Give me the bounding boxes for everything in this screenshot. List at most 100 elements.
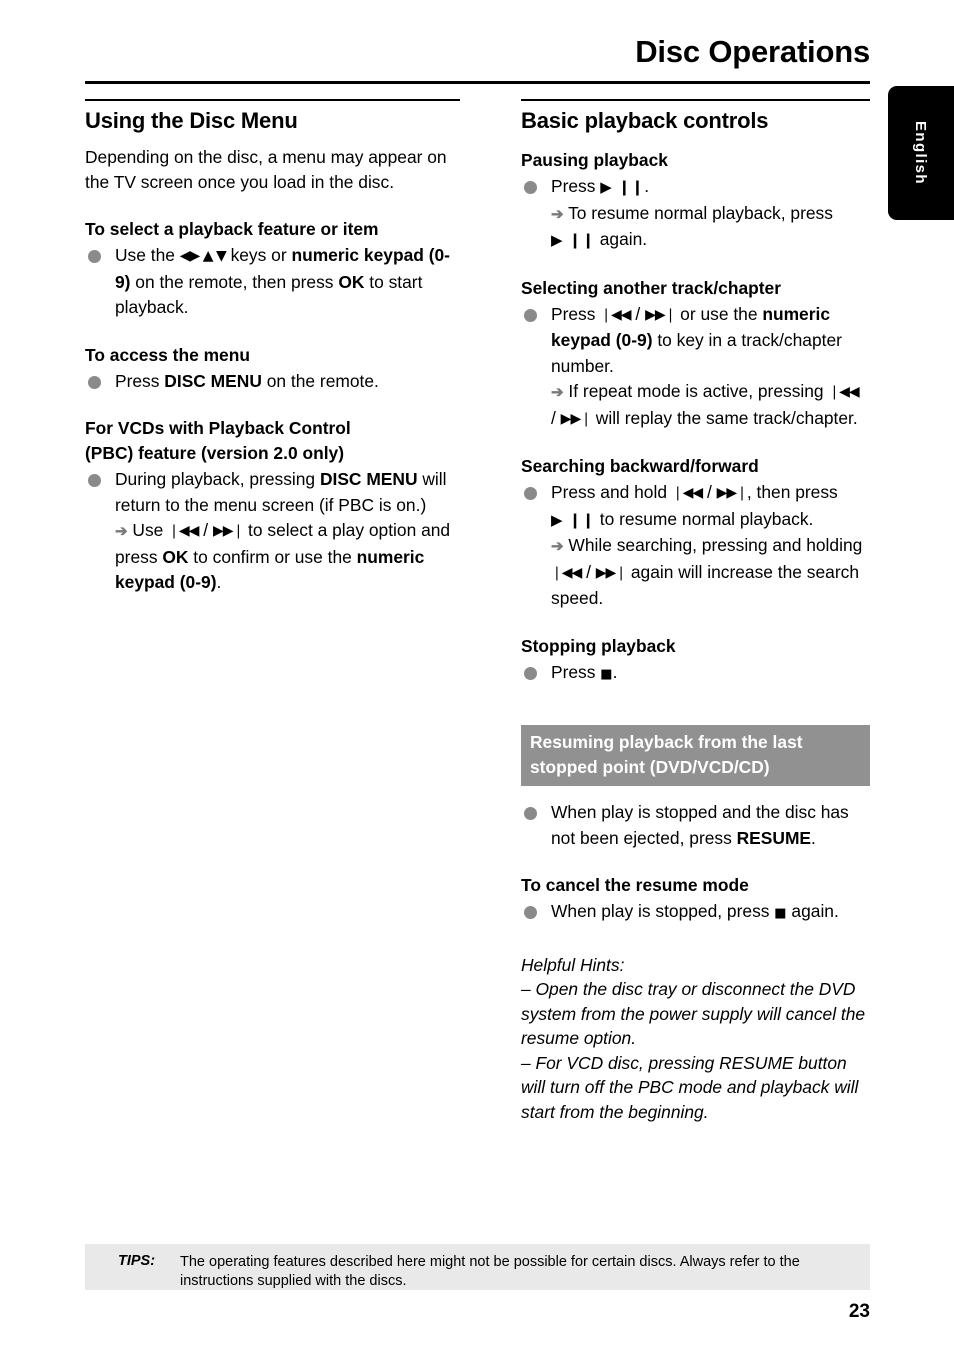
helpful-hints-title: Helpful Hints: — [521, 954, 625, 975]
bullet-text-mid-2: on the remote, then press — [130, 271, 339, 292]
symbol-separator: / — [702, 482, 717, 502]
previous-track-icon: ❘◀◀ — [600, 306, 631, 323]
next-track-icon: ▶▶❘ — [716, 485, 748, 501]
arrow-note-search-speed: ➔ While searching, pressing and holding — [551, 533, 870, 560]
play-pause-icon: ▶ ❙❙ — [551, 510, 595, 529]
bullet-bold-resume: RESUME — [736, 827, 812, 848]
bullet-searching-cont: ▶ ❙❙ to resume normal playback. — [551, 507, 870, 534]
bullet-text-prefix: Press and hold — [551, 482, 672, 502]
resume-callout-line-1: Resuming playback from the last — [530, 732, 803, 752]
bullet-text-suffix: . — [644, 176, 650, 196]
subheading-cancel-resume: To cancel the resume mode — [521, 875, 749, 895]
language-tab: English — [888, 86, 954, 220]
bullet-searching: Press and hold ❘◀◀ / ▶▶❘, then press ▶ ❙… — [521, 480, 870, 612]
next-track-icon: ▶▶❘ — [595, 564, 627, 581]
subheading-searching: Searching backward/forward — [521, 456, 759, 476]
play-pause-icon: ▶ ❙❙ — [600, 178, 645, 196]
bullet-dot-icon — [524, 181, 537, 194]
language-tab-label: English — [912, 121, 930, 185]
previous-track-icon: ❘◀◀ — [671, 485, 703, 501]
arrow-icon: ➔ — [115, 523, 128, 540]
bullet-vcd-pbc: During playback, pressing DISC MENU will… — [85, 467, 460, 596]
arrow-text-1: Use — [127, 520, 169, 540]
tips-label: TIPS: — [118, 1253, 156, 1269]
resume-callout-box: Resuming playback from the last stopped … — [521, 725, 870, 786]
bullet-text-suffix: on the remote. — [261, 370, 379, 391]
arrow-note-pausing-cont: ▶ ❙❙ again. — [551, 227, 870, 254]
bullet-text-prefix: Press — [551, 303, 601, 324]
bullet-dot-icon — [524, 666, 537, 680]
arrow-icon: ➔ — [551, 384, 564, 401]
bullet-dot-icon — [88, 250, 101, 263]
bullet-cancel-resume: When play is stopped, press ■ again. — [521, 899, 870, 927]
bullet-text-mid: or use the — [675, 303, 763, 324]
bullet-dot-icon — [524, 308, 537, 322]
previous-track-icon: ❘◀◀ — [551, 564, 582, 581]
arrow-text-2: will replay the same track/chapter. — [590, 407, 858, 428]
resume-callout-line-2: stopped point (DVD/VCD/CD) — [530, 757, 770, 777]
right-column: Basic playback controls Pausing playback… — [521, 99, 870, 1124]
arrow-note-repeat-mode: ➔ If repeat mode is active, pressing ❘◀◀ — [551, 379, 870, 406]
next-track-icon: ▶▶❘ — [560, 410, 592, 427]
document-page: Disc Operations English Using the Disc M… — [0, 0, 954, 1352]
arrow-bold-ok: OK — [162, 546, 189, 567]
subheading-vcd-pbc-line2: (PBC) feature (version 2.0 only) — [85, 443, 344, 463]
bullet-text-suffix: . — [612, 661, 618, 682]
play-pause-icon: ▶ ❙❙ — [551, 231, 595, 249]
bullet-select-playback-feature: Use the ◀▶ ▲ ▼ keys or numeric keypad (0… — [85, 243, 460, 321]
bullet-text-prefix: Press — [551, 176, 601, 196]
symbol-separator: / — [551, 407, 561, 428]
symbol-separator: / — [198, 520, 213, 540]
previous-track-icon: ❘◀◀ — [168, 523, 199, 539]
bullet-resume: When play is stopped and the disc has no… — [521, 800, 870, 851]
page-title: Disc Operations — [635, 34, 870, 69]
right-column-heading: Basic playback controls — [521, 108, 769, 133]
symbol-separator: / — [581, 561, 596, 582]
bullet-text-prefix: When play is stopped, press — [551, 901, 775, 921]
stop-icon: ■ — [600, 666, 613, 682]
subheading-pausing-playback: Pausing playback — [521, 150, 668, 170]
helpful-hint-item: – For VCD disc, pressing RESUME button w… — [521, 1052, 859, 1122]
arrow-icon: ➔ — [551, 205, 564, 223]
bullet-dot-icon — [88, 375, 101, 389]
bullet-dot-icon — [524, 487, 537, 500]
previous-track-icon: ❘◀◀ — [828, 384, 859, 400]
symbol-separator: / — [630, 303, 646, 324]
page-number: 23 — [848, 1301, 870, 1322]
arrow-note-search-speed-cont: ❘◀◀ / ▶▶❘ again will increase the search… — [551, 560, 870, 612]
bullet-text-mid: keys or — [225, 245, 292, 265]
arrow-note-vcd-pbc: ➔ Use ❘◀◀ / ▶▶❘ to select a play option … — [115, 518, 460, 596]
arrow-text-1: To resume normal playback, press — [563, 202, 833, 223]
header-divider — [85, 81, 870, 84]
bullet-selecting-track: Press ❘◀◀ / ▶▶❘ or use the numeric keypa… — [521, 302, 870, 433]
arrow-note-pausing: ➔ To resume normal playback, press — [551, 201, 870, 228]
arrow-note-repeat-mode-cont: / ▶▶❘ will replay the same track/chapter… — [551, 406, 870, 433]
subheading-selecting-track: Selecting another track/chapter — [521, 277, 781, 298]
arrow-text-1: While searching, pressing and holding — [563, 535, 863, 555]
direction-keys-icon: ◀▶ ▲ ▼ — [179, 248, 227, 264]
subheading-vcd-pbc-line1: For VCDs with Playback Control — [85, 418, 351, 438]
next-track-icon: ▶▶❘ — [212, 523, 244, 539]
arrow-text-2: again. — [594, 229, 648, 249]
subheading-stopping-playback: Stopping playback — [521, 635, 676, 656]
bullet-text-mid-2: to resume normal playback. — [594, 508, 814, 529]
bullet-stopping-playback: Press ■. — [521, 660, 870, 688]
stop-icon: ■ — [774, 906, 787, 921]
arrow-text-3: to confirm or use the — [188, 546, 357, 567]
bullet-text-prefix: Press — [551, 661, 601, 682]
subheading-select-playback-feature: To select a playback feature or item — [85, 219, 379, 239]
bullet-text-prefix: Press — [115, 370, 165, 391]
tips-box: TIPS: The operating features described h… — [85, 1244, 870, 1290]
helpful-hint-item: – Open the disc tray or disconnect the D… — [521, 979, 866, 1048]
bullet-pausing-playback: Press ▶ ❙❙. ➔ To resume normal playback,… — [521, 174, 870, 254]
bullet-text-mid: , then press — [746, 482, 838, 502]
intro-paragraph: Depending on the disc, a menu may appear… — [85, 147, 447, 192]
bullet-bold-disc-menu: DISC MENU — [319, 469, 418, 489]
right-column-divider — [521, 99, 870, 101]
arrow-text-1: If repeat mode is active, pressing — [563, 381, 829, 401]
bullet-access-menu: Press DISC MENU on the remote. — [85, 369, 460, 395]
arrow-icon: ➔ — [551, 538, 564, 555]
bullet-text-prefix: Use the — [115, 245, 180, 265]
bullet-text-suffix: again. — [786, 901, 839, 921]
next-track-icon: ▶▶❘ — [645, 306, 676, 323]
